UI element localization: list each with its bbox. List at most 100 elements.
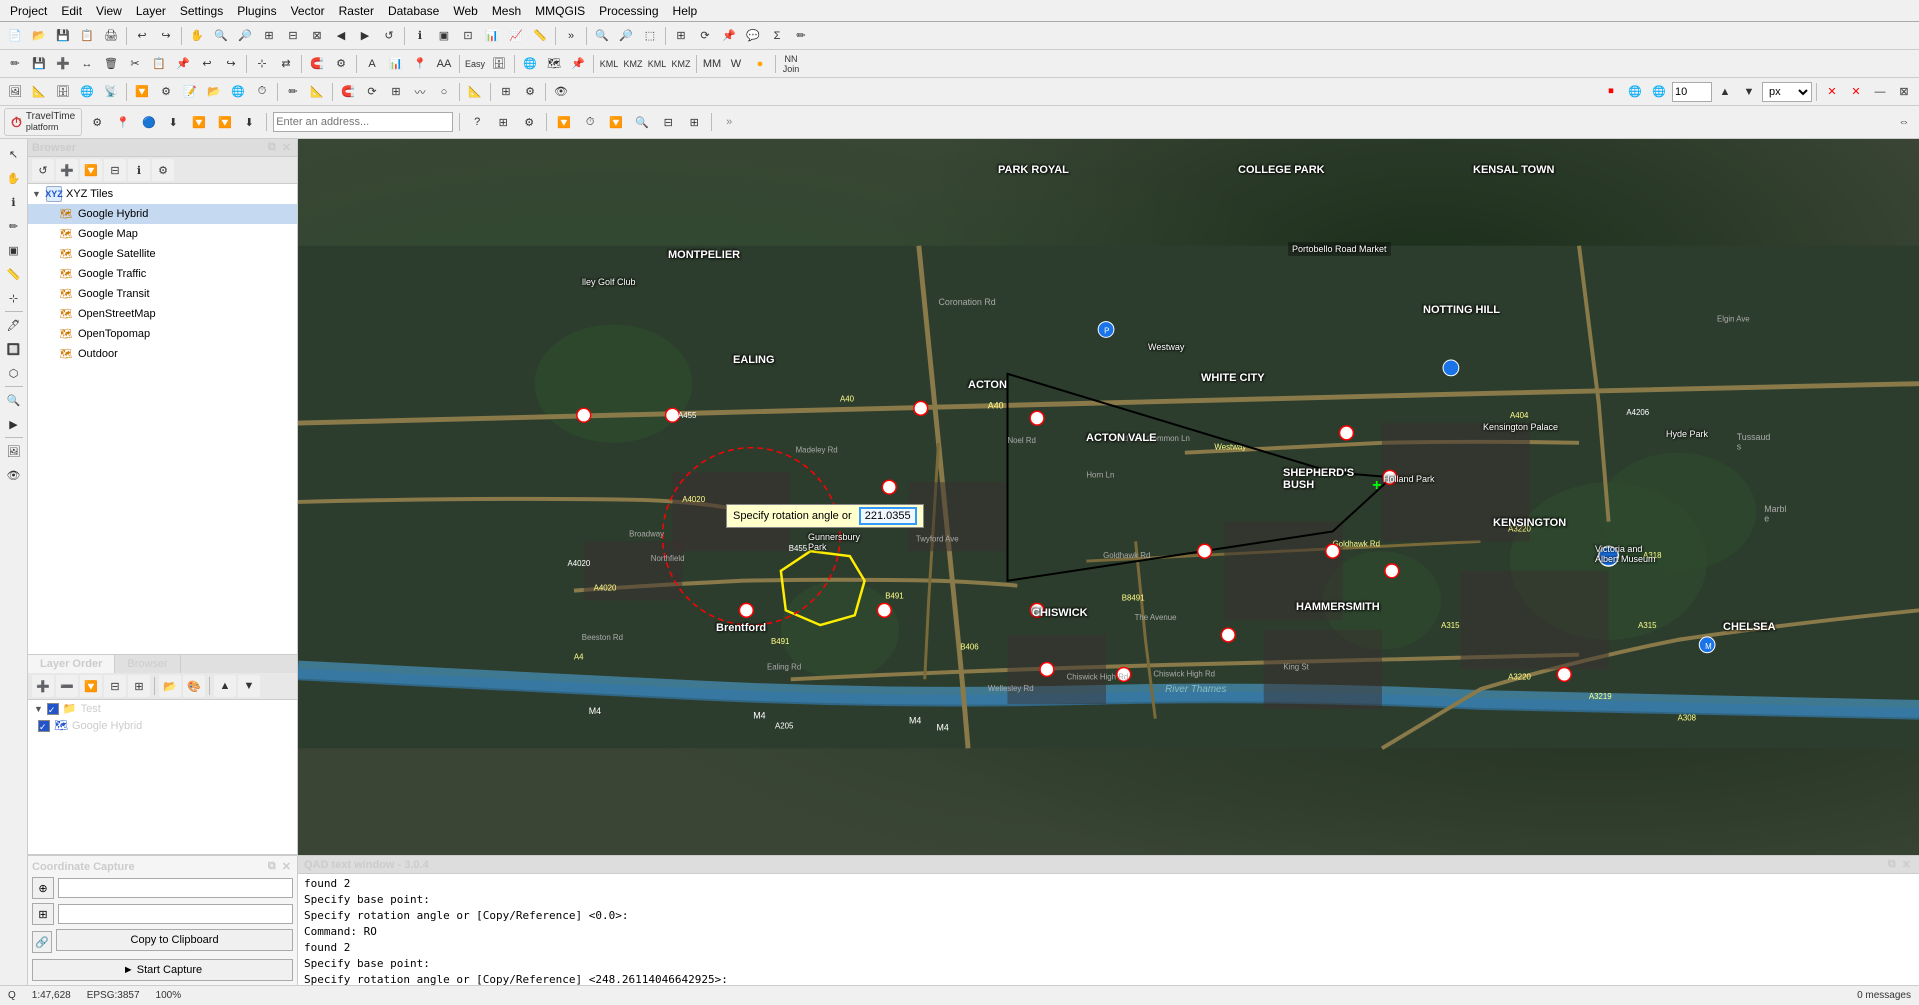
filter4-btn[interactable]: 🔽 (553, 111, 575, 133)
menu-mesh[interactable]: Mesh (486, 2, 527, 20)
vert-grid-btn[interactable]: ⊞ (495, 81, 517, 103)
gh-layer-checkbox[interactable]: ✓ (38, 720, 50, 732)
copy-feature-btn[interactable]: 📋 (148, 53, 170, 75)
show-all-labels-btn[interactable]: AA (433, 53, 455, 75)
snap-btn[interactable]: 🧲 (306, 53, 328, 75)
snap-config-btn[interactable]: ⚙ (330, 53, 352, 75)
snap2-btn[interactable]: 🧲 (337, 81, 359, 103)
menu-project[interactable]: Project (4, 2, 53, 20)
nnjoin-btn[interactable]: NN Join (780, 53, 802, 75)
coord-x-input[interactable] (58, 878, 293, 898)
pin-labels2-btn[interactable]: 📍 (409, 53, 431, 75)
node-tool-btn[interactable]: ⊹ (251, 53, 273, 75)
lv-annotation-btn[interactable]: 🖊 (3, 314, 25, 336)
add-wfs-btn[interactable]: 📡 (100, 81, 122, 103)
close2-btn[interactable]: ✕ (1845, 81, 1867, 103)
lv-edit-btn[interactable]: ✏ (3, 215, 25, 237)
georef2-btn[interactable]: 🗺 (543, 53, 565, 75)
redo-btn[interactable]: ↪ (155, 25, 177, 47)
kmz-btn[interactable]: KMZ (622, 53, 644, 75)
close-x-btn[interactable]: ✕ (1821, 81, 1843, 103)
zoom-layer-btn[interactable]: ⊠ (306, 25, 328, 47)
settings2-btn[interactable]: ⚙ (518, 111, 540, 133)
coord-link-btn[interactable]: 🔗 (32, 931, 52, 953)
browser-add-btn[interactable]: ➕ (56, 159, 78, 181)
layers-remove-btn[interactable]: ➖ (56, 675, 78, 697)
lv-dig-btn[interactable]: ⬡ (3, 362, 25, 384)
filter7-btn[interactable]: ⊟ (657, 111, 679, 133)
google-hybrid-item[interactable]: 🗺 Google Hybrid (28, 204, 297, 224)
new-project-btn[interactable]: 📄 (4, 25, 26, 47)
openstreetmap-item[interactable]: 🗺 OpenStreetMap (28, 304, 297, 324)
browser-props-btn[interactable]: ℹ (128, 159, 150, 181)
zoom-ctrl-btn[interactable]: 🔍 (591, 25, 613, 47)
delete-feature-btn[interactable]: 🗑 (100, 53, 122, 75)
coord-grid-btn[interactable]: ⊞ (32, 903, 54, 925)
tt-feature-btn[interactable]: 📍 (112, 111, 134, 133)
layers-filter-btn[interactable]: 🔽 (80, 675, 102, 697)
georef3-btn[interactable]: 📌 (567, 53, 589, 75)
menu-mmqgis[interactable]: MMQGIS (529, 2, 591, 20)
label-btn[interactable]: A (361, 53, 383, 75)
copy-to-clipboard-btn[interactable]: Copy to Clipboard (56, 929, 293, 951)
qad-float-btn[interactable]: ⧉ (1886, 858, 1898, 871)
menu-processing[interactable]: Processing (593, 2, 664, 20)
help-btn[interactable]: ? (466, 111, 488, 133)
tt-filter3-btn[interactable]: ⬇ (238, 111, 260, 133)
zoom-out-btn[interactable]: 🔎 (234, 25, 256, 47)
lv-identify-btn[interactable]: ℹ (3, 191, 25, 213)
print-btn[interactable]: 🖨 (100, 25, 122, 47)
coord-float-btn[interactable]: ⧉ (266, 860, 278, 873)
open-layer-btn[interactable]: 📂 (203, 81, 225, 103)
lv-zoom-btn[interactable]: 🔍 (3, 389, 25, 411)
scale-btn[interactable]: ⊞ (385, 81, 407, 103)
ring-btn[interactable]: ○ (433, 81, 455, 103)
select-area-btn[interactable]: ⬚ (639, 25, 661, 47)
lv-render-btn[interactable]: 🖼 (3, 440, 25, 462)
filter6-btn[interactable]: 🔍 (631, 111, 653, 133)
paste-feature-btn[interactable]: 📌 (172, 53, 194, 75)
lv-vis-btn[interactable]: 👁 (3, 464, 25, 486)
browser-float-btn[interactable]: ⧉ (266, 141, 278, 154)
crs2-btn[interactable]: 🌐 (1648, 81, 1670, 103)
filter5-btn[interactable]: 🔽 (605, 111, 627, 133)
temporal2-btn[interactable]: ⏱ (579, 111, 601, 133)
kmz2-btn[interactable]: KMZ (670, 53, 692, 75)
cad-btn[interactable]: 📐 (464, 81, 486, 103)
digitize2-btn[interactable]: ✏ (282, 81, 304, 103)
undo-btn[interactable]: ↩ (131, 25, 153, 47)
zoom-in-btn[interactable]: 🔍 (210, 25, 232, 47)
test-checkbox[interactable]: ✓ (47, 703, 59, 715)
set-crs-btn[interactable]: 🌐 (227, 81, 249, 103)
menu-layer[interactable]: Layer (130, 2, 172, 20)
unit-select[interactable]: px (1762, 82, 1812, 102)
lv-cursor-btn[interactable]: ↖ (3, 143, 25, 165)
field-calc-btn[interactable]: Σ (766, 25, 788, 47)
layer-notes-btn[interactable]: 📝 (179, 81, 201, 103)
diagram-btn[interactable]: 📊 (385, 53, 407, 75)
toggle-edit-btn[interactable]: ✏ (4, 53, 26, 75)
add-db-btn[interactable]: 🗄 (52, 81, 74, 103)
add-raster-btn[interactable]: 🖼 (4, 81, 26, 103)
zoom-prev-btn[interactable]: ◀ (330, 25, 352, 47)
layers-add-btn[interactable]: ➕ (32, 675, 54, 697)
menu-vector[interactable]: Vector (285, 2, 331, 20)
rotate-btn[interactable]: ⟳ (361, 81, 383, 103)
identify-btn[interactable]: ℹ (409, 25, 431, 47)
extra-btn[interactable]: W (725, 53, 747, 75)
zoom-next-btn[interactable]: ▶ (354, 25, 376, 47)
browser-filter-btn[interactable]: 🔽 (80, 159, 102, 181)
xyz-tiles-group[interactable]: ▼ XYZ XYZ Tiles (28, 184, 297, 204)
layer-props-btn[interactable]: ⚙ (155, 81, 177, 103)
orange-btn[interactable]: ● (749, 53, 771, 75)
kml-btn[interactable]: KML (598, 53, 620, 75)
menu-database[interactable]: Database (382, 2, 445, 20)
tt-mode2-btn[interactable]: ⬇ (162, 111, 184, 133)
add-wms-btn[interactable]: 🌐 (76, 81, 98, 103)
lv-node-btn[interactable]: ⊹ (3, 287, 25, 309)
lv-select-btn[interactable]: ▣ (3, 239, 25, 261)
qad-close-btn[interactable]: ✕ (1900, 858, 1913, 871)
scale-input[interactable] (1672, 82, 1712, 102)
scale-down-btn[interactable]: ▼ (1738, 81, 1760, 103)
menu-plugins[interactable]: Plugins (231, 2, 282, 20)
